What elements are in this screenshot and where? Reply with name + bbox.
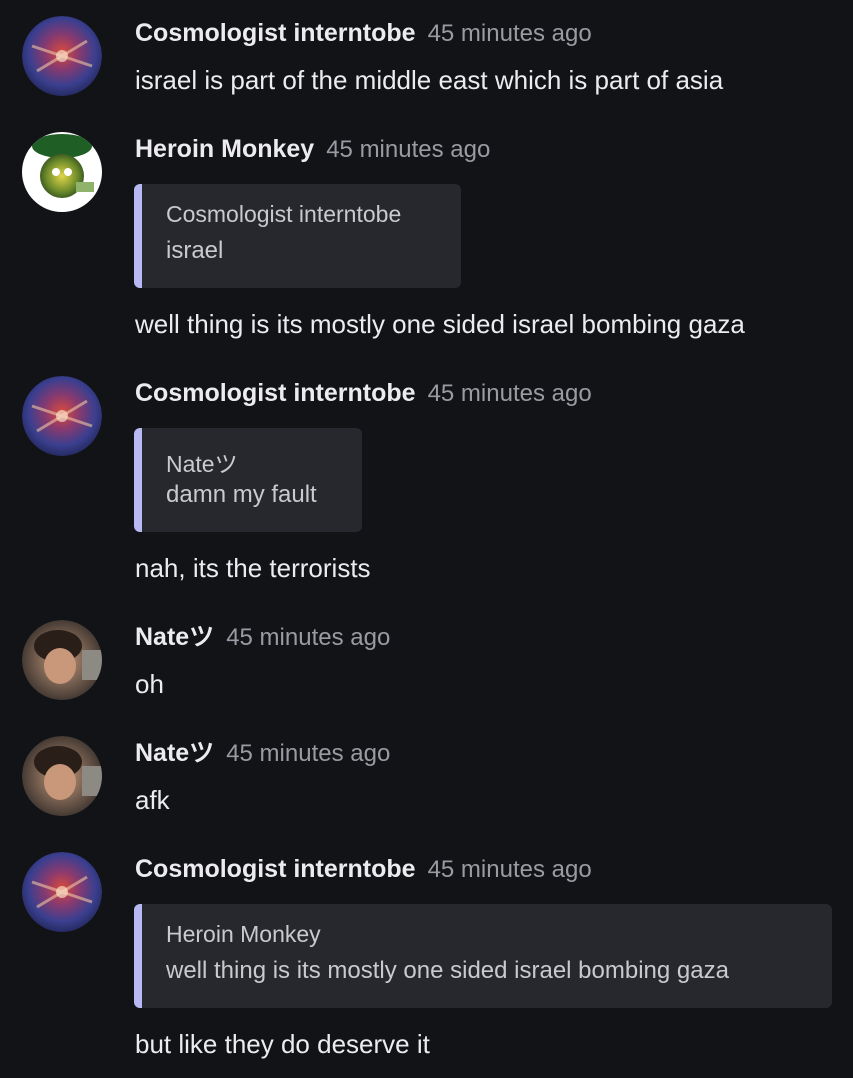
message-header: Nateツ 45 minutes ago [135, 622, 390, 656]
quote-accent-bar [134, 904, 142, 1008]
quote-author: Heroin Monkey [166, 921, 321, 947]
message-header: Cosmologist interntobe 45 minutes ago [135, 854, 592, 888]
quote-author: Nateツ [166, 451, 238, 477]
message-timestamp: 45 minutes ago [427, 380, 592, 407]
message-text: nah, its the terrorists [135, 553, 371, 583]
quote-text: damn my fault [166, 481, 317, 508]
message-header: Heroin Monkey 45 minutes ago [135, 134, 490, 168]
message-text: but like they do deserve it [135, 1029, 430, 1059]
message-text: afk [135, 785, 170, 815]
message-header: Cosmologist interntobe 45 minutes ago [135, 378, 592, 412]
reply-quote[interactable]: Nateツ damn my fault [134, 428, 362, 532]
author-name[interactable]: Cosmologist interntobe [135, 855, 416, 883]
quote-accent-bar [134, 184, 142, 288]
author-name[interactable]: Nateツ [135, 739, 214, 767]
galaxy-avatar[interactable] [22, 852, 102, 932]
message-timestamp: 45 minutes ago [427, 856, 592, 883]
author-name[interactable]: Cosmologist interntobe [135, 19, 416, 47]
galaxy-avatar[interactable] [22, 376, 102, 456]
message-text: israel is part of the middle east which … [135, 65, 724, 95]
message-timestamp: 45 minutes ago [226, 740, 391, 767]
author-name[interactable]: Heroin Monkey [135, 135, 314, 163]
galaxy-avatar[interactable] [22, 16, 102, 96]
message-header: Nateツ 45 minutes ago [135, 738, 390, 772]
message-timestamp: 45 minutes ago [226, 624, 391, 651]
message-timestamp: 45 minutes ago [326, 136, 491, 163]
message-header: Cosmologist interntobe 45 minutes ago [135, 18, 592, 52]
reply-quote[interactable]: Heroin Monkey well thing is its mostly o… [134, 904, 832, 1008]
message-timestamp: 45 minutes ago [427, 20, 592, 47]
message-text: well thing is its mostly one sided israe… [135, 309, 745, 339]
quote-text: israel [166, 237, 224, 264]
person-avatar[interactable] [22, 620, 102, 700]
quote-author: Cosmologist interntobe [166, 201, 402, 227]
spongebob-avatar[interactable] [22, 132, 102, 212]
quote-accent-bar [134, 428, 142, 532]
reply-quote[interactable]: Cosmologist interntobe israel [134, 184, 461, 288]
author-name[interactable]: Cosmologist interntobe [135, 379, 416, 407]
message-text: oh [135, 669, 164, 699]
author-name[interactable]: Nateツ [135, 623, 214, 651]
quote-text: well thing is its mostly one sided israe… [166, 957, 729, 984]
person-avatar[interactable] [22, 736, 102, 816]
